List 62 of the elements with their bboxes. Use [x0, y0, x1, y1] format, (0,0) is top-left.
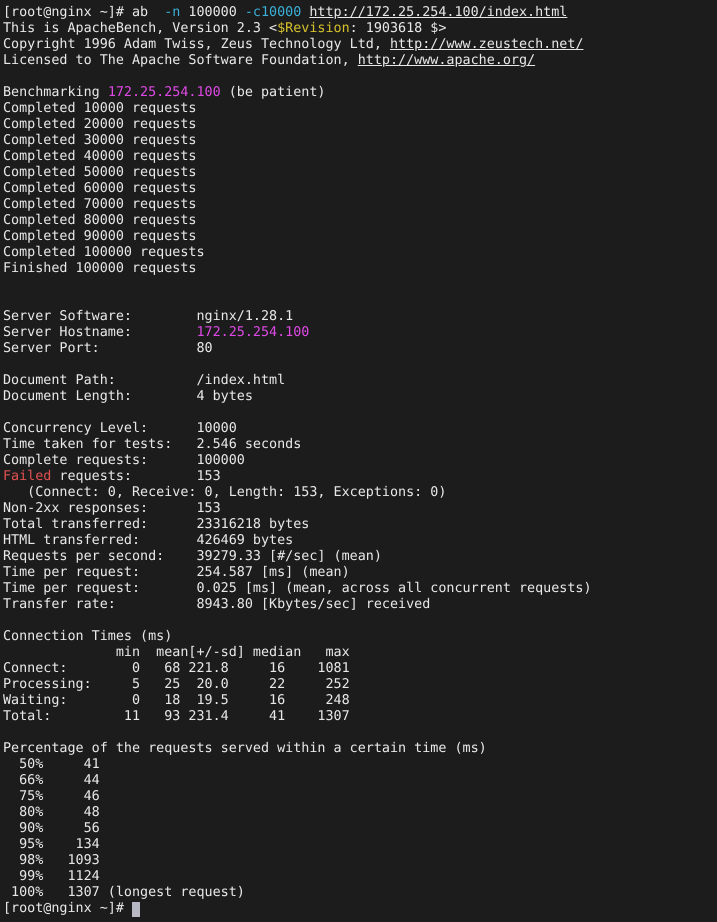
output-text: HTML transferred: 426469 bytes — [3, 533, 294, 549]
output-text: Completed 60000 requests — [3, 181, 196, 197]
output-text: (Connect: 0, Receive: 0, Length: 153, Exceptions: 0) — [26, 485, 446, 501]
output-text: Completed 80000 requests — [3, 213, 196, 229]
failed-label: Failed — [3, 469, 52, 485]
output-text: min mean[+/-sd] median max — [114, 645, 350, 661]
output-text: 99% 1124 — [18, 869, 100, 885]
output-text: Connection Times (ms) — [3, 629, 172, 645]
output-text: requests: 153 — [58, 469, 221, 485]
output-text: Requests per second: 39279.33 [#/sec] (mean) — [3, 549, 382, 565]
output-text: 100% 1307 (longest request) — [10, 885, 245, 901]
output-text: 95% 134 — [18, 837, 100, 853]
output-text: Complete requests: 100000 — [3, 453, 245, 469]
ip-address: 172.25.254.100 — [196, 325, 310, 341]
output-text: Concurrency Level: 10000 — [3, 421, 237, 437]
command-option: -c10000 — [244, 5, 302, 21]
output-text: (be patient) — [228, 85, 326, 101]
command-option: -n — [164, 5, 180, 21]
output-text: Server Software: nginx/1.28.1 — [3, 309, 294, 325]
link[interactable]: http://www.apache.org/ — [358, 53, 536, 69]
output-text: [root@nginx ~]# ab — [3, 5, 150, 21]
output-text: Percentage of the requests served within a certain time (ms) — [3, 741, 487, 757]
output-text: 80% 48 — [18, 805, 100, 821]
output-text: Total transferred: 23316218 bytes — [3, 517, 310, 533]
output-text: Copyright 1996 Adam Twiss, Zeus Technology Ltd, — [3, 37, 383, 53]
output-text: Server Hostname: — [3, 325, 133, 341]
output-text: Finished 100000 requests — [3, 261, 196, 277]
output-text: Completed 20000 requests — [3, 117, 196, 133]
output-text: 75% 46 — [18, 789, 100, 805]
output-text: 50% 41 — [18, 757, 100, 773]
output-text: Completed 90000 requests — [3, 229, 196, 245]
link[interactable]: http://172.25.254.100/index.html — [309, 5, 568, 21]
revision-keyword: $Revision — [277, 21, 350, 37]
output-text: Completed 10000 requests — [3, 101, 196, 117]
ip-address: 172.25.254.100 — [108, 85, 221, 101]
output-text: 66% 44 — [18, 773, 100, 789]
output-text: Time per request: 0.025 [ms] (mean, across all concurrent requests) — [3, 581, 592, 597]
output-text: Time per request: 254.587 [ms] (mean) — [3, 565, 350, 581]
output-text: 90% 56 — [18, 821, 100, 837]
output-text: Completed 50000 requests — [3, 165, 196, 181]
output-text: Document Length: 4 bytes — [3, 389, 253, 405]
output-text: Processing: 5 25 20.0 22 252 — [3, 677, 350, 693]
output-text: [root@nginx ~]# — [3, 901, 125, 917]
output-text: 98% 1093 — [18, 853, 100, 869]
output-text: Non-2xx responses: 153 — [3, 501, 221, 517]
output-text: Document Path: /index.html — [3, 373, 286, 389]
output-text: Completed 30000 requests — [3, 133, 196, 149]
output-text: Connect: 0 68 221.8 16 1081 — [3, 661, 350, 677]
output-text: Completed 70000 requests — [3, 197, 196, 213]
output-text: Transfer rate: 8943.80 [Kbytes/sec] received — [3, 597, 430, 613]
output-text: : 1903618 $> — [350, 21, 446, 37]
output-text: 100000 — [187, 5, 238, 21]
output-text: Time taken for tests: 2.546 seconds — [3, 437, 302, 453]
output-text: Waiting: 0 18 19.5 16 248 — [3, 693, 350, 709]
output-text: This is ApacheBench, Version 2.3 < — [3, 21, 278, 37]
output-text: Completed 100000 requests — [3, 245, 205, 261]
output-text: Completed 40000 requests — [3, 149, 196, 165]
link[interactable]: http://www.zeustech.net/ — [390, 37, 584, 53]
output-text: Licensed to The Apache Software Foundation, — [3, 53, 351, 69]
output-text: Server Port: 80 — [3, 341, 213, 357]
output-text: Benchmarking — [3, 85, 101, 101]
output-text: Total: 11 93 231.4 41 1307 — [3, 709, 350, 725]
